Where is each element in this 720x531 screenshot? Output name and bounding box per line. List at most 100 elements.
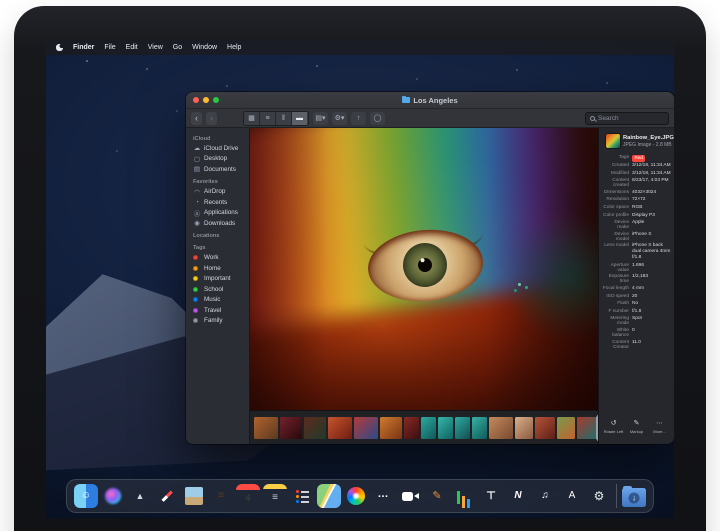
news-icon[interactable]: N <box>506 484 530 508</box>
rotate-left-button[interactable]: ↺ Rotate Left <box>602 420 625 434</box>
tag-color-dot <box>193 255 198 260</box>
sidebar-item-documents[interactable]: ▤ Documents <box>186 164 249 175</box>
photo-thumbnail[interactable] <box>472 417 487 439</box>
photo-art-vignette <box>250 128 598 410</box>
back-button[interactable]: ‹ <box>191 112 202 125</box>
downloads-folder-icon[interactable] <box>622 488 646 507</box>
sidebar-item-downloads[interactable]: ◉ Downloads <box>186 218 249 229</box>
window-body: iCloud ☁ iCloud Drive ▢ Desktop ▤ <box>186 128 674 444</box>
sysprefs-icon[interactable]: ⚙ <box>587 484 611 508</box>
preview-panel: Rainbow_Eye.JPG JPEG Image - 2.8 MB Tags… <box>598 128 674 444</box>
sidebar-tag-family[interactable]: Family <box>186 316 249 327</box>
icon-view-button[interactable]: ▦ <box>244 112 260 125</box>
itunes-icon[interactable]: ♫ <box>533 484 557 508</box>
metadata-row: Aperture value 1.696 <box>602 263 671 273</box>
sidebar-tag-important[interactable]: Important <box>186 274 249 285</box>
sidebar-section-icloud[interactable]: iCloud <box>186 131 249 143</box>
photo-thumbnail[interactable] <box>515 417 533 439</box>
sidebar-section-tags[interactable]: Tags <box>186 241 249 253</box>
quick-actions: ↺ Rotate Left ✎ Markup ⋯ More... <box>599 410 674 444</box>
photo-thumbnail[interactable] <box>577 417 597 439</box>
sidebar-item-airdrop[interactable]: ◠ AirDrop <box>186 187 249 198</box>
metadata-value: 1/2,183 <box>632 274 671 284</box>
sidebar-item-icloud-drive[interactable]: ☁ iCloud Drive <box>186 143 249 154</box>
appstore-icon[interactable]: A <box>560 484 584 508</box>
photo-thumbnail[interactable] <box>254 417 278 439</box>
filmstrip[interactable] <box>250 410 598 444</box>
sidebar-tag-school[interactable]: School <box>186 284 249 295</box>
more-button[interactable]: ⋯ More... <box>648 420 671 434</box>
photo-thumbnail[interactable] <box>489 417 513 439</box>
search-field[interactable] <box>585 112 669 125</box>
menu-help[interactable]: Help <box>227 44 241 51</box>
photo-thumbnail[interactable] <box>455 417 470 439</box>
sidebar-item-applications[interactable]: Ⓐ Applications <box>186 208 249 219</box>
sidebar-item-icon: ◉ <box>193 219 201 227</box>
sidebar-item-desktop[interactable]: ▢ Desktop <box>186 154 249 165</box>
search-input[interactable] <box>598 115 658 122</box>
preview-icon[interactable] <box>182 484 206 508</box>
photo-thumbnail[interactable] <box>328 417 352 439</box>
selected-photo-preview[interactable] <box>250 128 598 410</box>
menu-window[interactable]: Window <box>192 44 217 51</box>
sidebar-tag-work[interactable]: Work <box>186 253 249 264</box>
metadata-row: Color space RGB <box>602 205 671 211</box>
sidebar-section-favorites[interactable]: Favorites <box>186 175 249 187</box>
markup-button[interactable]: ✎ Markup <box>625 420 648 434</box>
menu-file[interactable]: File <box>104 44 115 51</box>
sidebar-tag-home[interactable]: Home <box>186 263 249 274</box>
sidebar-item-recents[interactable]: ◔ Recents <box>186 197 249 208</box>
pages-icon[interactable]: ✎ <box>425 484 449 508</box>
keynote-icon[interactable]: ⊤ <box>479 484 503 508</box>
safari-icon[interactable] <box>155 484 179 508</box>
metadata-row: Color profile Display P3 <box>602 213 671 219</box>
sidebar-item-label: Work <box>204 254 219 261</box>
menu-go[interactable]: Go <box>173 44 182 51</box>
sidebar-tag-travel[interactable]: Travel <box>186 305 249 316</box>
calendar-icon[interactable]: 4 <box>236 484 260 508</box>
photo-thumbnail[interactable] <box>535 417 555 439</box>
notes-icon[interactable]: ≡ <box>263 484 287 508</box>
photo-thumbnail[interactable] <box>304 417 326 439</box>
photo-thumbnail[interactable] <box>404 417 419 439</box>
launchpad-icon[interactable]: ▲ <box>128 484 152 508</box>
sidebar-section-locations[interactable]: Locations <box>186 229 249 241</box>
messages-icon[interactable]: … <box>371 484 395 508</box>
forward-button[interactable]: › <box>206 112 217 125</box>
metadata-label: Metering mode <box>602 316 629 326</box>
photo-thumbnail[interactable] <box>354 417 378 439</box>
metadata-value: Apple <box>632 220 671 230</box>
apple-logo[interactable] <box>56 44 63 51</box>
maps-icon[interactable] <box>317 484 341 508</box>
list-view-button[interactable]: ≡ <box>260 112 276 125</box>
siri-icon[interactable] <box>101 484 125 508</box>
gallery-view-button[interactable]: ▬ <box>292 112 308 125</box>
tags-button[interactable]: ◯ <box>370 112 385 125</box>
numbers-icon[interactable] <box>452 484 476 508</box>
menu-edit[interactable]: Edit <box>126 44 138 51</box>
metadata-label: Resolution <box>602 197 629 203</box>
menu-view[interactable]: View <box>148 44 163 51</box>
title-bar[interactable]: Los Angeles <box>186 92 674 109</box>
photo-thumbnail[interactable] <box>380 417 402 439</box>
finder-icon[interactable]: ☺ <box>74 484 98 508</box>
photo-thumbnail[interactable] <box>280 417 302 439</box>
metadata-row: White balance 0 <box>602 328 671 338</box>
column-view-button[interactable]: ‖ <box>276 112 292 125</box>
reminders-icon[interactable] <box>290 484 314 508</box>
window-title-text: Los Angeles <box>413 96 457 105</box>
group-button[interactable]: ▤▾ <box>313 112 328 125</box>
photo-thumbnail[interactable] <box>557 417 575 439</box>
contacts-icon[interactable]: ≡ <box>209 484 233 508</box>
sidebar-item-label: Music <box>204 296 220 303</box>
photo-thumbnail[interactable] <box>421 417 436 439</box>
facetime-icon[interactable] <box>398 484 422 508</box>
share-button[interactable]: ↑ <box>351 112 366 125</box>
action-menu-button[interactable]: ⚙▾ <box>332 112 347 125</box>
photo-thumbnail[interactable] <box>438 417 453 439</box>
photos-icon[interactable] <box>344 484 368 508</box>
metadata-label: Modified <box>602 171 629 177</box>
metadata-row: Created 3/12/18, 11:34 AM <box>602 163 671 169</box>
sidebar-tag-music[interactable]: Music <box>186 295 249 306</box>
menu-finder[interactable]: Finder <box>73 44 94 51</box>
